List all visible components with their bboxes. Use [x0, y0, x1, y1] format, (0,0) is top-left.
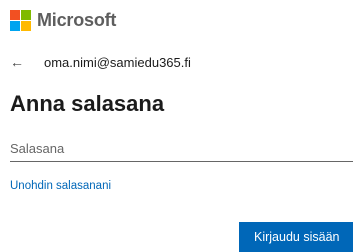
brand-name: Microsoft: [37, 9, 117, 30]
logo-square-red: [10, 9, 20, 20]
back-arrow-icon[interactable]: ←: [10, 54, 30, 70]
microsoft-logo: Microsoft: [10, 8, 116, 32]
logo-square-blue: [10, 20, 20, 31]
identity-banner: ← oma.nimi@samiedu365.fi: [10, 52, 191, 72]
logo-square-green: [21, 9, 31, 20]
logo-square-yellow: [21, 20, 31, 31]
sign-in-button[interactable]: Kirjaudu sisään: [239, 222, 353, 252]
page-title: Anna salasana: [10, 91, 165, 116]
password-field[interactable]: [10, 136, 353, 162]
forgot-password-link[interactable]: Unohdin salasanani: [10, 180, 111, 192]
account-email: oma.nimi@samiedu365.fi: [44, 54, 191, 70]
microsoft-logo-icon: [10, 9, 31, 31]
